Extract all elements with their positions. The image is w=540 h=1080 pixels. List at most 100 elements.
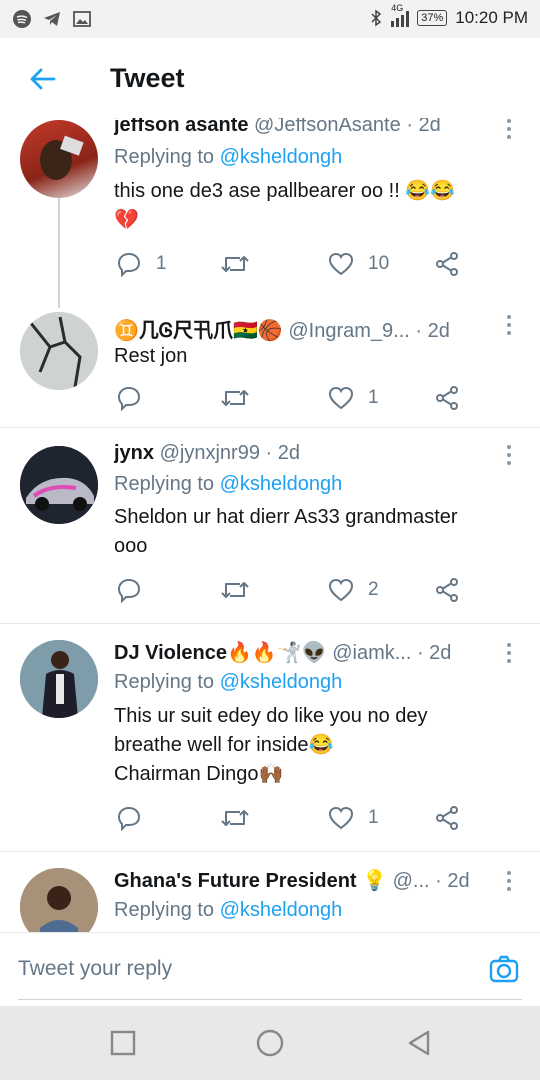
retweet-button[interactable] — [220, 804, 250, 832]
more-options-icon[interactable] — [504, 642, 514, 664]
display-name[interactable]: jeffson asante — [114, 118, 248, 136]
replying-to-label: Replying to — [114, 146, 215, 168]
tweet-text-line: Rest jon — [114, 345, 188, 367]
share-button[interactable] — [434, 384, 460, 412]
share-icon — [436, 386, 458, 410]
reply-button[interactable] — [116, 384, 156, 412]
reply-count: 1 — [156, 253, 167, 274]
replying-to-link[interactable]: @ksheldongh — [220, 671, 343, 693]
share-button[interactable] — [434, 804, 460, 832]
retweet-button[interactable] — [220, 384, 250, 412]
like-button[interactable]: 10 — [328, 250, 389, 278]
tweet-text: Sheldon ur hat dierr As33 grandmaster oo… — [114, 503, 524, 561]
tweet-text-line: 💔 — [114, 209, 139, 231]
tweet-text-line: this one de3 ase pallbearer oo !! 😂😂 — [114, 180, 456, 202]
tweet-header: jeffson asante @JeffsonAsante · 2d — [114, 118, 494, 137]
share-button[interactable] — [434, 576, 460, 604]
tweet-text-line: breathe well for inside😂 — [114, 734, 334, 756]
tweet-header: DJ Violence🔥🔥🤺👽 @iamk... · 2d — [114, 640, 494, 665]
page-title: Tweet — [110, 63, 185, 93]
tweet-time: · 2d — [415, 320, 450, 342]
like-button[interactable]: 1 — [328, 804, 379, 832]
display-name[interactable]: jynx — [114, 442, 154, 464]
user-handle[interactable]: @iamk... — [332, 642, 411, 664]
avatar[interactable] — [20, 446, 98, 524]
network-type: 4G — [391, 3, 404, 13]
reply-button[interactable] — [116, 576, 156, 604]
tweet-item[interactable]: jynx @jynxjnr99 · 2d Replying to @ksheld… — [0, 428, 540, 624]
retweet-icon — [221, 810, 249, 826]
tweet-time: · 2d — [406, 118, 441, 136]
spotify-icon — [13, 10, 31, 28]
reply-button[interactable]: 1 — [116, 250, 167, 278]
heart-icon — [328, 252, 354, 276]
clock: 10:20 PM — [455, 8, 528, 27]
replying-to: Replying to @ksheldongh — [114, 899, 342, 922]
more-options-icon[interactable] — [504, 870, 514, 892]
heart-icon — [328, 386, 354, 410]
replying-to-label: Replying to — [114, 473, 215, 495]
tweet-time: · 2d — [265, 442, 300, 464]
share-button[interactable] — [434, 250, 460, 278]
reply-composer[interactable]: Tweet your reply — [0, 932, 540, 1007]
user-handle[interactable]: @JeffsonAsante — [254, 118, 401, 136]
like-count: 10 — [368, 253, 390, 274]
share-icon — [436, 252, 458, 276]
more-options-icon[interactable] — [504, 314, 514, 336]
system-nav-bar — [0, 1006, 540, 1080]
action-bar: 1 — [116, 804, 476, 832]
retweet-icon — [221, 390, 249, 406]
user-handle[interactable]: @... — [393, 870, 430, 892]
back-nav-icon[interactable] — [404, 1028, 434, 1058]
like-count: 1 — [368, 807, 379, 828]
tweet-item[interactable]: DJ Violence🔥🔥🤺👽 @iamk... · 2d Replying t… — [0, 624, 540, 850]
battery-indicator: 37% — [417, 10, 448, 26]
tweet-time: · 2d — [416, 642, 452, 664]
avatar[interactable] — [20, 640, 98, 718]
tweet-item[interactable]: Ghana's Future President 💡 @... · 2d Rep… — [0, 852, 540, 932]
like-count: 1 — [368, 387, 379, 408]
replying-to-link[interactable]: @ksheldongh — [220, 146, 343, 168]
retweet-icon — [221, 256, 249, 272]
replying-to: Replying to @ksheldongh — [114, 473, 342, 496]
tweet-item[interactable]: jeffson asante @JeffsonAsante · 2d Reply… — [0, 118, 540, 308]
avatar[interactable] — [20, 868, 98, 932]
replying-to: Replying to @ksheldongh — [114, 671, 342, 694]
camera-icon[interactable] — [488, 953, 520, 985]
retweet-button[interactable] — [220, 576, 250, 604]
tweet-time: · 2d — [435, 870, 470, 892]
gallery-icon — [73, 11, 91, 27]
more-options-icon[interactable] — [504, 118, 514, 140]
replying-to: Replying to @ksheldongh — [114, 146, 342, 169]
avatar[interactable] — [20, 312, 98, 390]
retweet-button[interactable] — [220, 250, 250, 278]
like-button[interactable]: 2 — [328, 576, 379, 604]
action-bar: 2 — [116, 576, 476, 604]
tweet-text-line: Sheldon ur hat dierr As33 grandmaster — [114, 506, 458, 528]
like-count: 2 — [368, 579, 379, 600]
tweet-item[interactable]: ♊几Ꮆ尺卂爪🇬🇭🏀 @Ingram_9... · 2d Rest jon 1 — [0, 308, 540, 428]
recent-apps-icon[interactable] — [108, 1028, 138, 1058]
display-name[interactable]: Ghana's Future President 💡 — [114, 870, 387, 892]
action-bar: 1 — [116, 384, 476, 412]
reply-icon — [117, 252, 141, 277]
avatar[interactable] — [20, 120, 98, 198]
home-icon[interactable] — [255, 1028, 285, 1058]
reply-input[interactable]: Tweet your reply — [18, 957, 172, 981]
thread-line — [58, 198, 60, 308]
back-arrow-icon[interactable] — [28, 64, 58, 94]
reply-feed[interactable]: jeffson asante @JeffsonAsante · 2d Reply… — [0, 118, 540, 932]
display-name[interactable]: DJ Violence🔥🔥🤺👽 — [114, 642, 327, 664]
display-name[interactable]: ♊几Ꮆ尺卂爪🇬🇭🏀 — [114, 320, 283, 342]
signal-icon: 4G — [391, 3, 410, 27]
replying-to-link[interactable]: @ksheldongh — [220, 473, 343, 495]
reply-button[interactable] — [116, 804, 156, 832]
tweet-text-line: ooo — [114, 535, 148, 557]
tweet-header: Ghana's Future President 💡 @... · 2d — [114, 868, 494, 893]
user-handle[interactable]: @jynxjnr99 — [160, 442, 260, 464]
replying-to-link[interactable]: @ksheldongh — [220, 899, 343, 921]
like-button[interactable]: 1 — [328, 384, 379, 412]
user-handle[interactable]: @Ingram_9... — [288, 320, 409, 342]
more-options-icon[interactable] — [504, 444, 514, 466]
tweet-text: this one de3 ase pallbearer oo !! 😂😂 💔 — [114, 177, 524, 235]
